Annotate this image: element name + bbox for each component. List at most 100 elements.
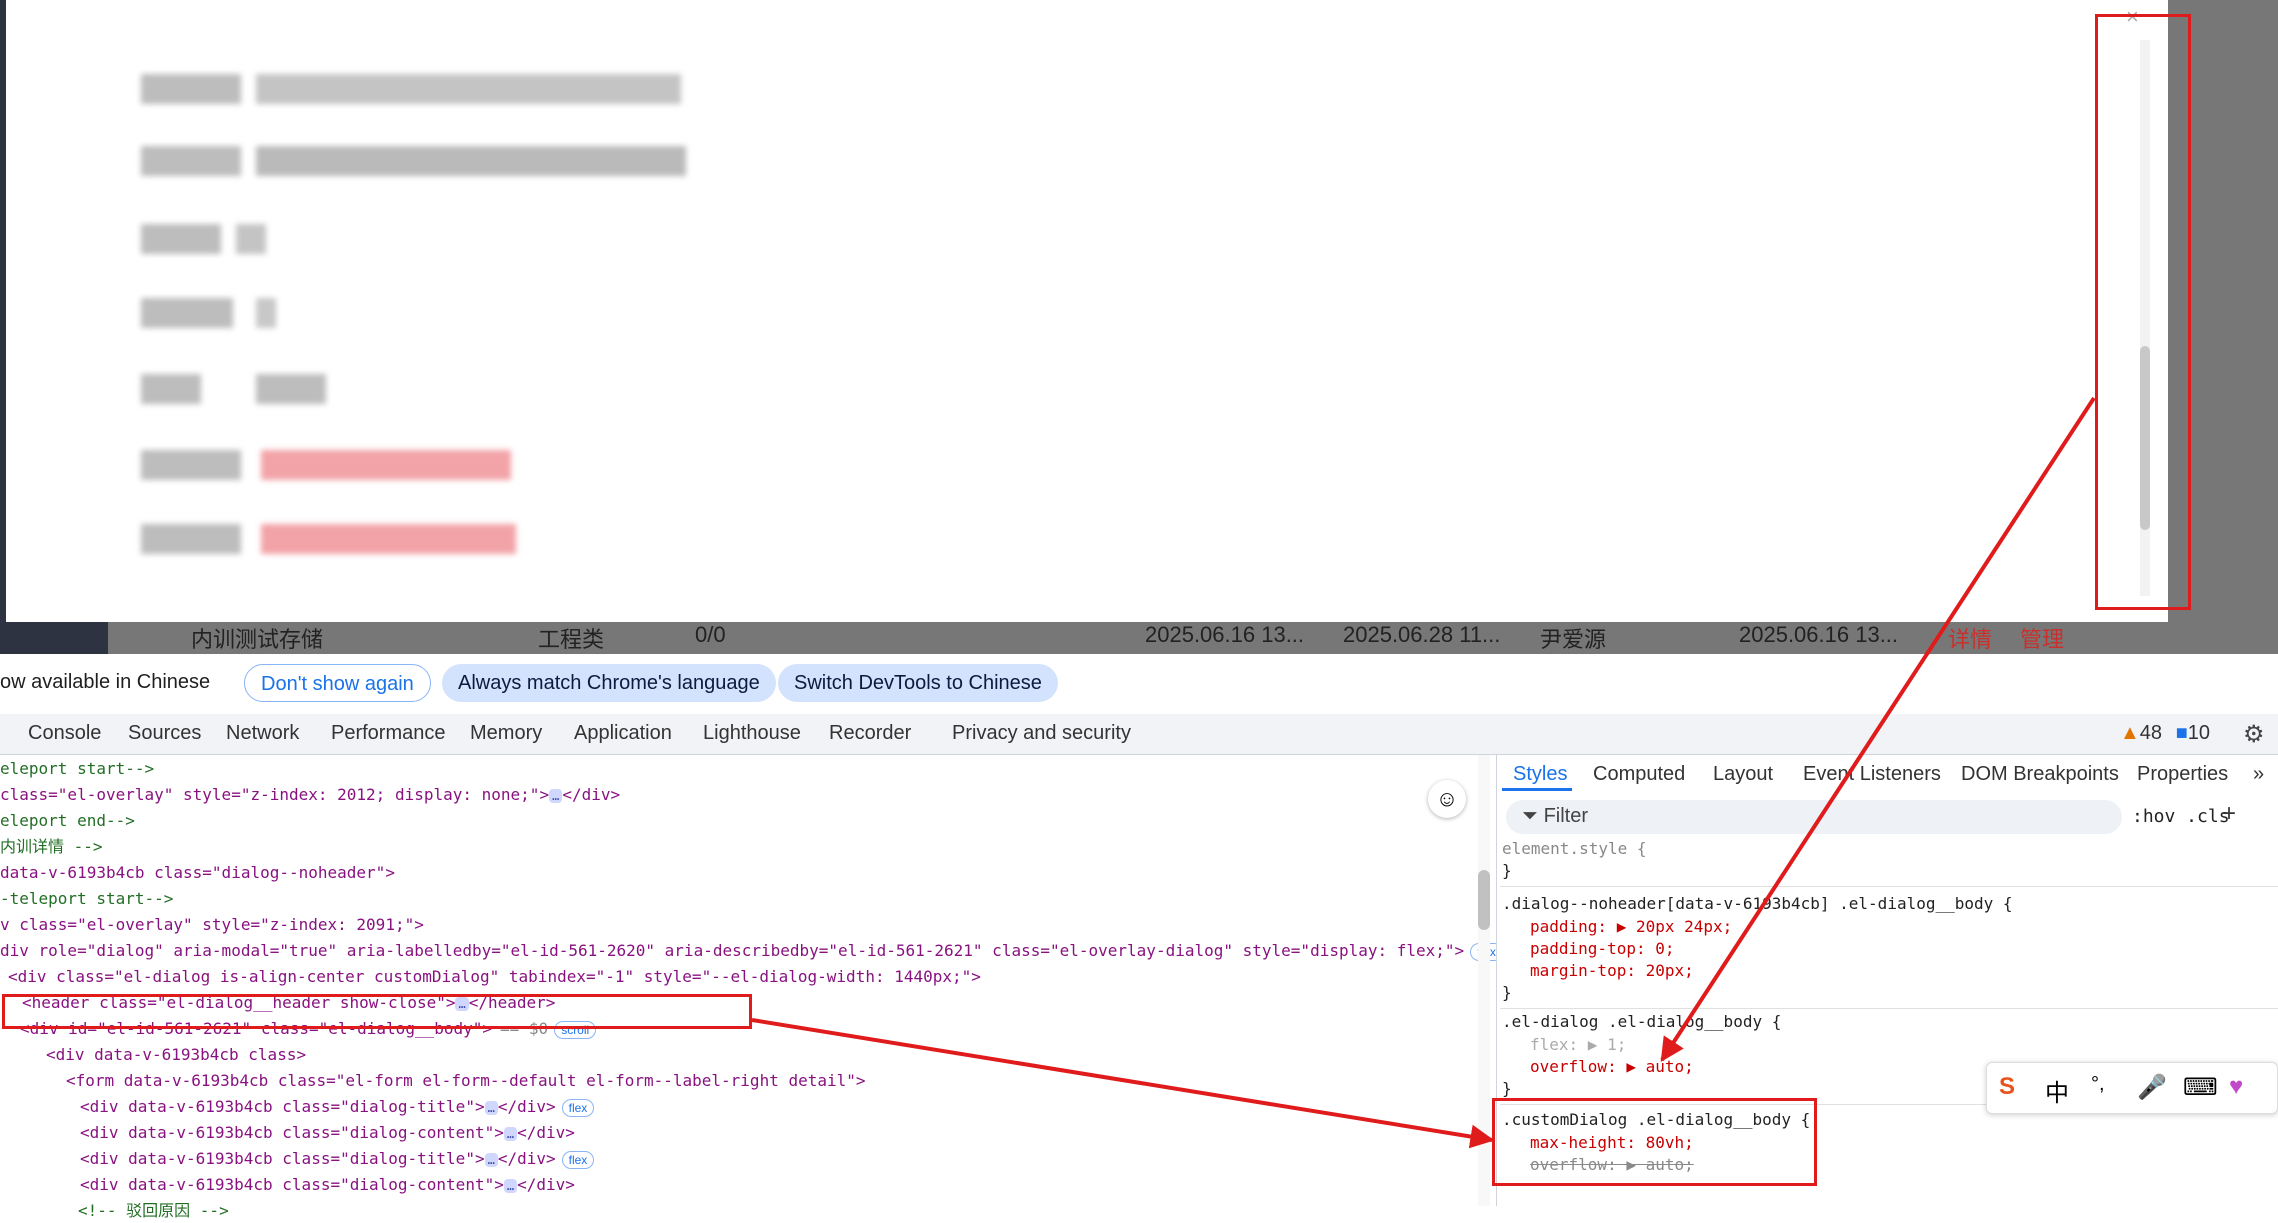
node-text: class="el-overlay" style="z-index: 2012;… [0,785,550,804]
annotation-box-node [2,994,752,1029]
tab-dom-breakpoints[interactable]: DOM Breakpoints [1961,763,2119,786]
elements-scrollbar-track[interactable] [1478,755,1490,1206]
node-text: v class="el-overlay" style="z-index: 209… [0,915,424,934]
microphone-icon[interactable]: 🎤 [2137,1073,2167,1102]
node-text: eleport end--> [0,811,135,830]
collapsed-ellipsis-icon[interactable]: … [549,789,563,803]
tab-memory[interactable]: Memory [470,722,542,745]
rule-divider [1500,886,2278,887]
manage-link[interactable]: 管理 [2020,622,2064,654]
accessibility-icon[interactable]: ☺ [1428,780,1466,818]
dom-element-node[interactable]: <div class="el-dialog is-align-center cu… [8,965,981,989]
collapsed-ellipsis-icon[interactable]: … [484,1153,498,1167]
node-suffix: </div> [517,1175,575,1194]
dom-element-node[interactable]: class="el-overlay" style="z-index: 2012;… [0,783,620,807]
dom-element-node[interactable]: <form data-v-6193b4cb class="el-form el-… [66,1069,866,1093]
layout-badge[interactable]: flex [561,1151,595,1169]
skin-icon[interactable]: ♥ [2229,1073,2243,1101]
sogou-logo-icon[interactable]: S [1999,1073,2015,1101]
collapsed-ellipsis-icon[interactable]: … [503,1127,518,1141]
collapsed-ellipsis-icon[interactable]: … [503,1179,518,1193]
infobar-message: ow available in Chinese [0,671,211,693]
tab-event-listeners[interactable]: Event Listeners [1803,763,1941,786]
dom-comment-node[interactable]: -teleport start--> [0,887,173,911]
node-suffix: </div> [562,785,621,804]
devtools-language-infobar: ow available in Chinese Don't show again… [0,654,2278,714]
cell-count: 0/0 [695,622,726,647]
dom-comment-node[interactable]: eleport start--> [0,757,154,781]
settings-gear-icon[interactable]: ⚙ [2243,720,2265,749]
ime-toolbar: S 中 °, 🎤 ⌨ ♥ [1986,1062,2278,1114]
filter-icon: ⏷ [1522,805,1544,827]
rule-close: } [1502,861,1512,880]
dom-element-node[interactable]: <div data-v-6193b4cb class="dialog-conte… [80,1173,575,1197]
tab-sources[interactable]: Sources [128,722,201,745]
keyboard-icon[interactable]: ⌨ [2183,1073,2218,1102]
dom-comment-node[interactable]: <!-- 驳回原因 --> [78,1199,229,1223]
tab-application[interactable]: Application [574,722,672,745]
node-text: div role="dialog" aria-modal="true" aria… [0,941,1465,960]
tab-recorder[interactable]: Recorder [829,722,911,745]
node-text: <div data-v-6193b4cb class="dialog-title… [80,1149,485,1168]
tab-network[interactable]: Network [226,722,299,745]
issues-counter[interactable]: ▲48 ■10 [2120,722,2210,745]
node-suffix: </div> [517,1123,575,1142]
prop-padding[interactable]: padding: ▶ 20px 24px; [1530,916,1732,938]
elements-tree: eleport start--> class="el-overlay" style… [0,755,1503,1220]
node-text: data-v-6193b4cb class="dialog--noheader"… [0,863,395,882]
filter-placeholder: Filter [1543,805,1589,827]
always-match-language-button[interactable]: Always match Chrome's language [442,664,776,702]
dom-comment-node[interactable]: 内训详情 --> [0,835,103,859]
dom-element-node[interactable]: <div data-v-6193b4cb class="dialog-title… [80,1095,595,1119]
dom-comment-node[interactable]: eleport end--> [0,809,135,833]
tab-properties[interactable]: Properties [2137,763,2228,786]
tab-layout[interactable]: Layout [1713,763,1773,786]
dom-element-node[interactable]: v class="el-overlay" style="z-index: 209… [0,913,424,937]
collapsed-ellipsis-icon[interactable]: … [484,1101,498,1115]
annotation-box-scrollbar [2095,14,2191,610]
layout-badge[interactable]: flex [561,1099,595,1117]
hov-cls-toggles[interactable]: :hov .cls [2132,806,2230,827]
dom-element-node[interactable]: data-v-6193b4cb class="dialog--noheader"… [0,861,395,885]
tab-computed[interactable]: Computed [1593,763,1685,786]
active-tab-indicator [1502,788,1572,791]
dom-element-node[interactable]: <div data-v-6193b4cb class> [46,1043,306,1067]
prop-flex[interactable]: flex: ▶ 1; [1530,1034,1626,1056]
prop-margin-top[interactable]: margin-top: 20px; [1530,960,1694,982]
node-text: -teleport start--> [0,889,174,908]
switch-to-chinese-button[interactable]: Switch DevTools to Chinese [778,664,1058,702]
node-text: eleport start--> [0,759,155,778]
tab-console[interactable]: Console [28,722,101,745]
prop-padding-top[interactable]: padding-top: 0; [1530,938,1675,960]
node-text: 内训详情 --> [0,837,103,856]
cell-date-created: 2025.06.16 13... [1739,622,1899,647]
annotation-box-rule [1492,1098,1817,1186]
node-suffix: </div> [497,1149,556,1168]
rule-close: } [1502,1079,1512,1098]
dont-show-again-button[interactable]: Don't show again [244,664,431,702]
ime-language-toggle[interactable]: 中 [2045,1073,2069,1108]
devtools-tabbar: Console Sources Network Performance Memo… [0,714,2278,755]
ime-punctuation-toggle[interactable]: °, [2091,1073,2105,1096]
dom-element-node[interactable]: <div data-v-6193b4cb class="dialog-conte… [80,1121,575,1145]
warnings-count: 48 [2139,722,2163,744]
detail-link[interactable]: 详情 [1948,622,1992,654]
more-tabs-icon[interactable]: » [2253,763,2264,786]
rule-close: } [1502,983,1512,1002]
message-icon: ■ [2175,722,2188,744]
tab-styles[interactable]: Styles [1513,763,1567,786]
styles-filter-input[interactable] [1506,800,2122,834]
prop-overflow[interactable]: overflow: ▶ auto; [1530,1056,1694,1078]
tab-privacy-security[interactable]: Privacy and security [952,722,1131,745]
filter-field[interactable]: ⏷ Filter [1522,805,1588,828]
rule-el-dialog-body-selector[interactable]: .el-dialog .el-dialog__body { [1502,1011,1781,1033]
rule-dialog-noheader-selector[interactable]: .dialog--noheader[data-v-6193b4cb] .el-d… [1502,893,2013,915]
tab-lighthouse[interactable]: Lighthouse [703,722,801,745]
dom-element-node[interactable]: div role="dialog" aria-modal="true" aria… [0,939,1503,963]
tab-performance[interactable]: Performance [331,722,446,745]
dom-element-node[interactable]: <div data-v-6193b4cb class="dialog-title… [80,1147,595,1171]
table-row: 内训测试存储 工程类 0/0 2025.06.16 13... 2025.06.… [108,618,2168,654]
new-rule-icon[interactable]: + [2222,800,2236,828]
node-text: <!-- 驳回原因 --> [78,1201,229,1220]
elements-scrollbar-thumb[interactable] [1478,870,1490,930]
